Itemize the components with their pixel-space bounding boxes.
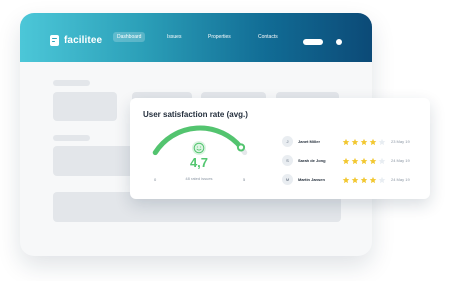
filled-star-icon — [351, 157, 359, 164]
stage: facilitee Dashboard Issues Properties Co… — [0, 0, 452, 281]
filled-star-icon — [342, 176, 350, 183]
avatar: M — [282, 174, 293, 185]
logo-text: facilitee — [64, 34, 103, 46]
filled-star-icon — [360, 138, 368, 145]
rating-stars — [342, 174, 386, 185]
reviewer-name[interactable]: Martin Jansen — [298, 176, 325, 183]
filled-star-icon — [369, 138, 377, 145]
gauge-max-label: 5 — [243, 177, 246, 182]
rated-issues-count: 48 rated issues — [185, 176, 213, 181]
review-date: 24 May 19 — [391, 177, 410, 182]
placeholder-heading — [53, 80, 90, 86]
review-date: 23 May 19 — [391, 139, 410, 144]
reviewer-name[interactable]: Janet Miller — [298, 138, 320, 145]
filled-star-icon — [342, 157, 350, 164]
empty-star-icon — [378, 157, 386, 164]
placeholder-subheading — [53, 135, 90, 141]
gauge-min-label: 0 — [154, 177, 157, 182]
empty-star-icon — [378, 176, 386, 183]
rating-stars — [342, 155, 386, 166]
nav-item-properties[interactable]: Properties — [208, 32, 231, 42]
account-menu-pill[interactable] — [303, 39, 323, 45]
card-title: User satisfaction rate (avg.) — [143, 110, 248, 119]
filled-star-icon — [369, 157, 377, 164]
nav-item-dashboard[interactable]: Dashboard — [113, 32, 146, 42]
gauge-center: 4,7 48 rated issues — [155, 141, 243, 181]
nav-item-issues[interactable]: Issues — [167, 32, 181, 42]
satisfaction-score: 4,7 — [189, 155, 209, 170]
review-row-janet-miller[interactable]: J Janet Miller 23 May 19 — [282, 136, 420, 148]
facilitee-logo-icon — [50, 34, 59, 46]
empty-star-icon — [378, 138, 386, 145]
nav-item-contacts[interactable]: Contacts — [258, 32, 278, 42]
avatar: S — [282, 155, 293, 166]
avatar: J — [282, 136, 293, 147]
user-satisfaction-card: User satisfaction rate (avg.) 4,7 48 rat… — [130, 98, 430, 199]
review-row-martin-jansen[interactable]: M Martin Jansen 24 May 19 — [282, 174, 420, 186]
review-date: 24 May 19 — [391, 158, 410, 163]
review-row-sarah-de-jong[interactable]: S Sarah de Jong 24 May 19 — [282, 155, 420, 167]
placeholder-card-1 — [53, 92, 117, 121]
filled-star-icon — [342, 138, 350, 145]
smile-icon — [192, 141, 206, 155]
placeholder-panel — [53, 146, 137, 176]
profile-dot[interactable] — [336, 39, 342, 45]
filled-star-icon — [360, 157, 368, 164]
top-navigation-bar: facilitee Dashboard Issues Properties Co… — [20, 13, 372, 62]
rating-stars — [342, 136, 386, 147]
filled-star-icon — [369, 176, 377, 183]
reviewer-name[interactable]: Sarah de Jong — [298, 157, 326, 164]
filled-star-icon — [351, 138, 359, 145]
filled-star-icon — [351, 176, 359, 183]
logo[interactable]: facilitee — [50, 34, 102, 46]
filled-star-icon — [360, 176, 368, 183]
